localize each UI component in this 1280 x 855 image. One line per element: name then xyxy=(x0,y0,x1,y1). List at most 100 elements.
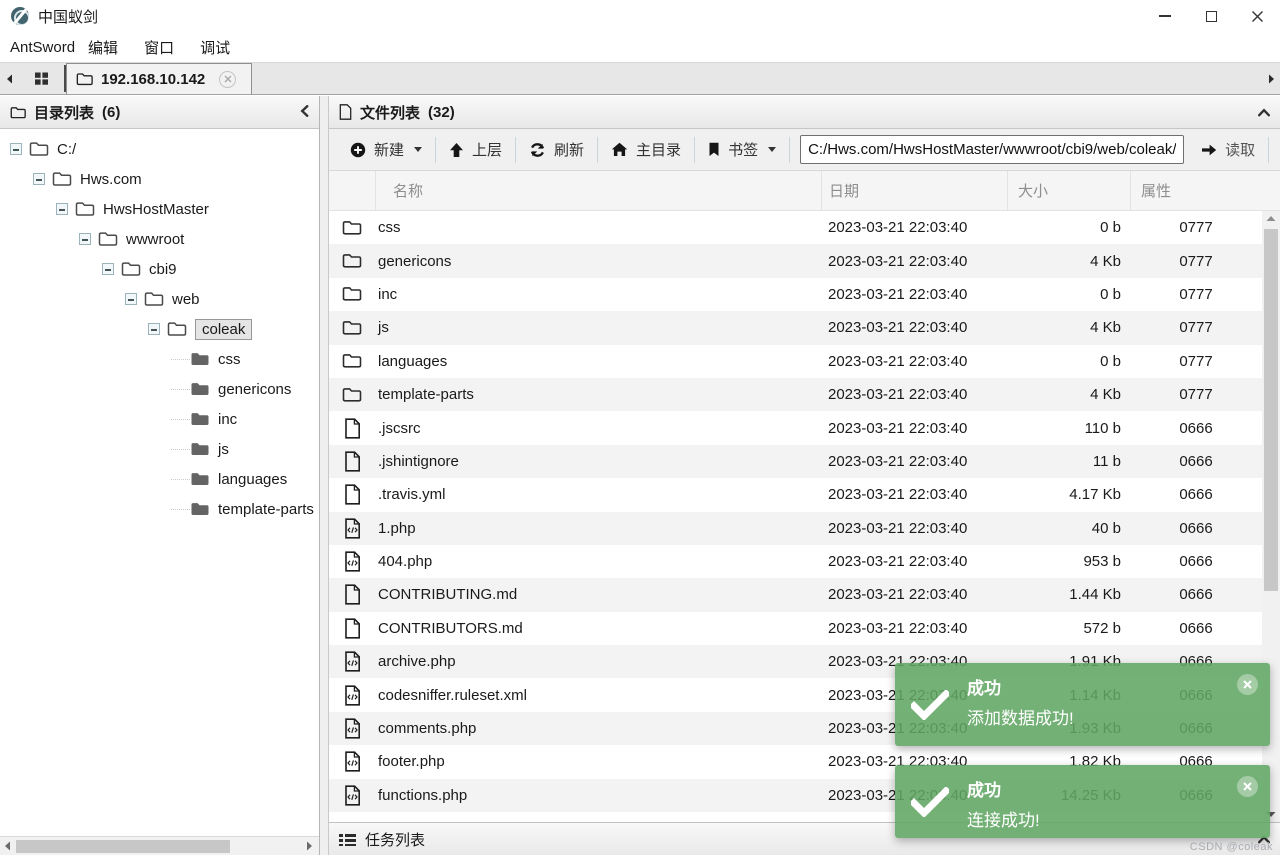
code-file-icon xyxy=(329,685,375,706)
scrollbar-thumb[interactable] xyxy=(16,840,230,853)
file-date: 2023-03-21 22:03:40 xyxy=(821,620,1007,637)
read-button[interactable]: 读取 xyxy=(1188,129,1268,170)
code-file-icon xyxy=(329,751,375,772)
tree-node-label: Hws.com xyxy=(80,171,142,188)
folder-icon xyxy=(121,261,141,277)
table-row[interactable]: 1.php2023-03-21 22:03:4040 b0666 xyxy=(329,512,1262,545)
tree-collapse-toggle[interactable] xyxy=(102,263,114,275)
file-size: 572 b xyxy=(1007,620,1130,637)
tab-close-button[interactable] xyxy=(219,71,236,88)
file-name: 1.php xyxy=(375,520,821,537)
scroll-right-icon[interactable] xyxy=(306,841,313,851)
bookmark-button[interactable]: 书签 xyxy=(695,129,789,170)
tab-scroll-left-button[interactable] xyxy=(0,63,18,94)
tree-collapse-toggle[interactable] xyxy=(10,143,22,155)
tree-node-web[interactable]: web xyxy=(0,284,319,314)
file-name: css xyxy=(375,219,821,236)
file-attr: 0666 xyxy=(1130,586,1262,603)
table-row[interactable]: genericons2023-03-21 22:03:404 Kb0777 xyxy=(329,244,1262,277)
table-row[interactable]: css2023-03-21 22:03:400 b0777 xyxy=(329,211,1262,244)
table-row[interactable]: CONTRIBUTING.md2023-03-21 22:03:401.44 K… xyxy=(329,578,1262,611)
path-input[interactable] xyxy=(800,135,1184,164)
table-row[interactable]: CONTRIBUTORS.md2023-03-21 22:03:40572 b0… xyxy=(329,612,1262,645)
tree-node-js[interactable]: js xyxy=(0,434,319,464)
file-size: 4 Kb xyxy=(1007,319,1130,336)
table-row[interactable]: languages2023-03-21 22:03:400 b0777 xyxy=(329,345,1262,378)
panel-splitter[interactable] xyxy=(320,96,328,855)
table-row[interactable]: js2023-03-21 22:03:404 Kb0777 xyxy=(329,311,1262,344)
file-panel-count: (32) xyxy=(428,104,455,121)
table-row[interactable]: .jscsrc2023-03-21 22:03:40110 b0666 xyxy=(329,411,1262,444)
table-row[interactable]: template-parts2023-03-21 22:03:404 Kb077… xyxy=(329,378,1262,411)
toast-close-button[interactable] xyxy=(1237,776,1258,797)
table-row[interactable]: 404.php2023-03-21 22:03:40953 b0666 xyxy=(329,545,1262,578)
tree-node-wwwroot[interactable]: wwwroot xyxy=(0,224,319,254)
toast-close-button[interactable] xyxy=(1237,674,1258,695)
folder-icon xyxy=(29,141,49,157)
menu-debug[interactable]: 调试 xyxy=(200,37,243,58)
directory-panel-collapse-button[interactable] xyxy=(300,104,309,121)
header-name[interactable]: 名称 xyxy=(375,171,821,210)
folder-icon xyxy=(98,231,118,247)
file-toolbar: 新建 上层 刷新 主目录 xyxy=(329,129,1280,171)
tab-scroll-right-button[interactable] xyxy=(1262,63,1280,94)
minimize-button[interactable] xyxy=(1142,0,1188,32)
tree-node-genericons[interactable]: genericons xyxy=(0,374,319,404)
menu-window[interactable]: 窗口 xyxy=(144,37,187,58)
scroll-left-icon[interactable] xyxy=(4,841,11,851)
scroll-up-icon[interactable] xyxy=(1266,215,1276,222)
home-button[interactable]: 主目录 xyxy=(598,129,694,170)
tree-node-template-parts[interactable]: template-parts xyxy=(0,494,319,524)
toast-message: 添加数据成功! xyxy=(967,704,1230,729)
menu-edit[interactable]: 编辑 xyxy=(88,37,131,58)
tree-node-hwshostmaster[interactable]: HwsHostMaster xyxy=(0,194,319,224)
table-row[interactable]: .travis.yml2023-03-21 22:03:404.17 Kb066… xyxy=(329,478,1262,511)
arrow-right-icon xyxy=(1268,74,1275,84)
table-row[interactable]: .jshintignore2023-03-21 22:03:4011 b0666 xyxy=(329,445,1262,478)
close-button[interactable] xyxy=(1234,0,1280,32)
close-icon xyxy=(224,75,232,83)
header-date[interactable]: 日期 xyxy=(821,171,1007,210)
file-icon xyxy=(329,484,375,505)
header-size[interactable]: 大小 xyxy=(1007,171,1130,210)
tree-node-label: genericons xyxy=(218,381,291,398)
tab-shell-session[interactable]: 192.168.10.142 xyxy=(66,63,252,94)
file-name: genericons xyxy=(375,253,821,270)
sidebar-horizontal-scrollbar[interactable] xyxy=(0,836,319,855)
folder-solid-icon xyxy=(190,471,210,487)
tree-node-cbi9[interactable]: cbi9 xyxy=(0,254,319,284)
menu-antsword[interactable]: AntSword xyxy=(10,39,75,56)
tree-node-css[interactable]: css xyxy=(0,344,319,374)
file-name: .travis.yml xyxy=(375,486,821,503)
file-attr: 0666 xyxy=(1130,420,1262,437)
folder-icon xyxy=(329,387,375,403)
file-panel-collapse-button[interactable] xyxy=(1258,104,1270,121)
scrollbar-thumb[interactable] xyxy=(1264,229,1278,591)
tree-node-c[interactable]: C:/ xyxy=(0,134,319,164)
header-attr[interactable]: 属性 xyxy=(1130,171,1262,210)
tree-node-coleak[interactable]: coleak xyxy=(0,314,319,344)
tree-collapse-toggle[interactable] xyxy=(79,233,91,245)
table-row[interactable]: inc2023-03-21 22:03:400 b0777 xyxy=(329,278,1262,311)
watermark: CSDN @coleak xyxy=(1190,841,1273,853)
file-date: 2023-03-21 22:03:40 xyxy=(821,420,1007,437)
tree-node-languages[interactable]: languages xyxy=(0,464,319,494)
tree-node-hws-com[interactable]: Hws.com xyxy=(0,164,319,194)
tree-node-label: HwsHostMaster xyxy=(103,201,209,218)
file-attr: 0777 xyxy=(1130,319,1262,336)
tree-connector xyxy=(171,509,190,510)
new-button[interactable]: 新建 xyxy=(337,129,435,170)
maximize-button[interactable] xyxy=(1188,0,1234,32)
file-attr: 0666 xyxy=(1130,486,1262,503)
tree-collapse-toggle[interactable] xyxy=(148,323,160,335)
tree-collapse-toggle[interactable] xyxy=(125,293,137,305)
file-icon xyxy=(329,618,375,639)
tree-node-inc[interactable]: inc xyxy=(0,404,319,434)
tab-home-grid-button[interactable] xyxy=(18,63,64,94)
tree-collapse-toggle[interactable] xyxy=(56,203,68,215)
tree-collapse-toggle[interactable] xyxy=(33,173,45,185)
tree-node-label: template-parts xyxy=(218,501,314,518)
up-button[interactable]: 上层 xyxy=(436,129,515,170)
refresh-button[interactable]: 刷新 xyxy=(516,129,597,170)
folder-icon xyxy=(52,171,72,187)
